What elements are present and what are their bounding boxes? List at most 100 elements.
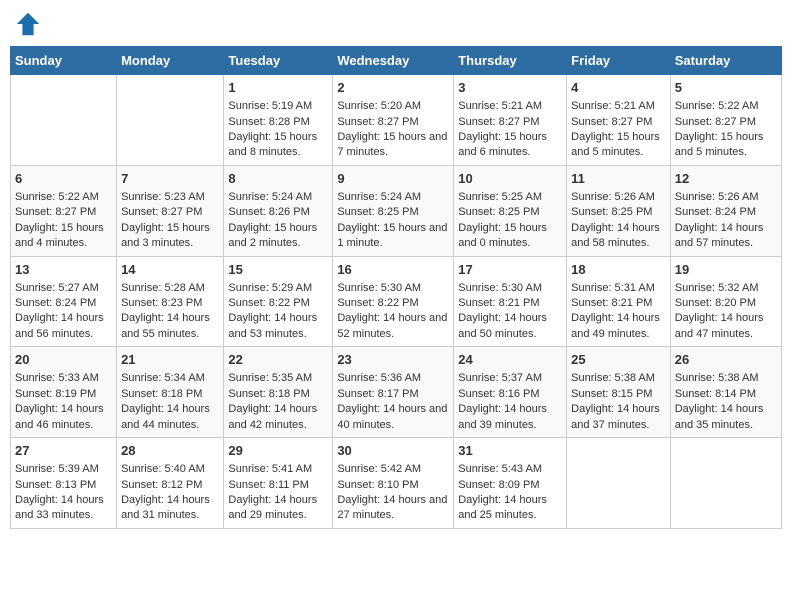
calendar-cell: 8 Sunrise: 5:24 AMSunset: 8:26 PMDaylight… — [224, 165, 333, 256]
day-number: 6 — [15, 170, 112, 188]
day-number: 17 — [458, 261, 562, 279]
calendar-cell: 12 Sunrise: 5:26 AMSunset: 8:24 PMDayligh… — [670, 165, 781, 256]
weekday-header-monday: Monday — [117, 47, 224, 75]
calendar-cell: 14 Sunrise: 5:28 AMSunset: 8:23 PMDayligh… — [117, 256, 224, 347]
cell-content: Sunrise: 5:20 AMSunset: 8:27 PMDaylight:… — [337, 99, 449, 161]
calendar-cell: 6 Sunrise: 5:22 AMSunset: 8:27 PMDaylight… — [11, 165, 117, 256]
cell-content: Sunrise: 5:22 AMSunset: 8:27 PMDaylight:… — [675, 99, 777, 161]
day-number: 9 — [337, 170, 449, 188]
week-row-2: 6 Sunrise: 5:22 AMSunset: 8:27 PMDaylight… — [11, 165, 782, 256]
weekday-header-sunday: Sunday — [11, 47, 117, 75]
calendar-cell: 15Sunrise: 5:29 AMSunset: 8:22 PMDayligh… — [224, 256, 333, 347]
day-number: 4 — [571, 79, 666, 97]
cell-content: Sunrise: 5:43 AMSunset: 8:09 PMDaylight:… — [458, 462, 562, 524]
cell-content: Sunrise: 5:27 AMSunset: 8:24 PMDaylight:… — [15, 281, 112, 343]
calendar-cell: 23Sunrise: 5:36 AMSunset: 8:17 PMDayligh… — [333, 347, 454, 438]
day-number: 1 — [228, 79, 328, 97]
week-row-4: 20 Sunrise: 5:33 AMSunset: 8:19 PMDayligh… — [11, 347, 782, 438]
cell-content: Sunrise: 5:41 AMSunset: 8:11 PMDaylight:… — [228, 462, 328, 524]
day-number: 28 — [121, 442, 219, 460]
day-number: 26 — [675, 351, 777, 369]
calendar-cell: 19 Sunrise: 5:32 AMSunset: 8:20 PMDayligh… — [670, 256, 781, 347]
calendar-cell: 4 Sunrise: 5:21 AMSunset: 8:27 PMDaylight… — [567, 75, 671, 166]
calendar-cell: 26 Sunrise: 5:38 AMSunset: 8:14 PMDayligh… — [670, 347, 781, 438]
day-number: 22 — [228, 351, 328, 369]
calendar-cell: 27Sunrise: 5:39 AMSunset: 8:13 PMDayligh… — [11, 438, 117, 529]
week-row-5: 27Sunrise: 5:39 AMSunset: 8:13 PMDayligh… — [11, 438, 782, 529]
cell-content: Sunrise: 5:33 AMSunset: 8:19 PMDaylight:… — [15, 371, 112, 433]
calendar-cell: 18 Sunrise: 5:31 AMSunset: 8:21 PMDayligh… — [567, 256, 671, 347]
calendar-cell: 1 Sunrise: 5:19 AMSunset: 8:28 PMDaylight… — [224, 75, 333, 166]
cell-content: Sunrise: 5:21 AMSunset: 8:27 PMDaylight:… — [571, 99, 666, 161]
cell-content: Sunrise: 5:35 AMSunset: 8:18 PMDaylight:… — [228, 371, 328, 433]
cell-content: Sunrise: 5:38 AMSunset: 8:15 PMDaylight:… — [571, 371, 666, 433]
day-number: 2 — [337, 79, 449, 97]
page-header — [10, 10, 782, 38]
day-number: 12 — [675, 170, 777, 188]
cell-content: Sunrise: 5:24 AMSunset: 8:25 PMDaylight:… — [337, 190, 449, 252]
weekday-header-friday: Friday — [567, 47, 671, 75]
cell-content: Sunrise: 5:31 AMSunset: 8:21 PMDaylight:… — [571, 281, 666, 343]
day-number: 27 — [15, 442, 112, 460]
week-row-3: 13 Sunrise: 5:27 AMSunset: 8:24 PMDayligh… — [11, 256, 782, 347]
cell-content: Sunrise: 5:30 AMSunset: 8:22 PMDaylight:… — [337, 281, 449, 343]
calendar-cell: 31 Sunrise: 5:43 AMSunset: 8:09 PMDayligh… — [454, 438, 567, 529]
calendar-cell: 20 Sunrise: 5:33 AMSunset: 8:19 PMDayligh… — [11, 347, 117, 438]
day-number: 29 — [228, 442, 328, 460]
day-number: 7 — [121, 170, 219, 188]
calendar-cell — [117, 75, 224, 166]
calendar-cell: 22 Sunrise: 5:35 AMSunset: 8:18 PMDayligh… — [224, 347, 333, 438]
day-number: 15 — [228, 261, 328, 279]
weekday-header-wednesday: Wednesday — [333, 47, 454, 75]
cell-content: Sunrise: 5:37 AMSunset: 8:16 PMDaylight:… — [458, 371, 562, 433]
calendar-cell — [670, 438, 781, 529]
cell-content: Sunrise: 5:36 AMSunset: 8:17 PMDaylight:… — [337, 371, 449, 433]
day-number: 10 — [458, 170, 562, 188]
cell-content: Sunrise: 5:21 AMSunset: 8:27 PMDaylight:… — [458, 99, 562, 161]
day-number: 14 — [121, 261, 219, 279]
cell-content: Sunrise: 5:38 AMSunset: 8:14 PMDaylight:… — [675, 371, 777, 433]
day-number: 19 — [675, 261, 777, 279]
cell-content: Sunrise: 5:19 AMSunset: 8:28 PMDaylight:… — [228, 99, 328, 161]
cell-content: Sunrise: 5:40 AMSunset: 8:12 PMDaylight:… — [121, 462, 219, 524]
day-number: 13 — [15, 261, 112, 279]
day-number: 30 — [337, 442, 449, 460]
day-number: 25 — [571, 351, 666, 369]
calendar-cell: 11Sunrise: 5:26 AMSunset: 8:25 PMDayligh… — [567, 165, 671, 256]
weekday-header-saturday: Saturday — [670, 47, 781, 75]
calendar-table: SundayMondayTuesdayWednesdayThursdayFrid… — [10, 46, 782, 529]
calendar-cell: 24Sunrise: 5:37 AMSunset: 8:16 PMDayligh… — [454, 347, 567, 438]
cell-content: Sunrise: 5:34 AMSunset: 8:18 PMDaylight:… — [121, 371, 219, 433]
calendar-cell: 3Sunrise: 5:21 AMSunset: 8:27 PMDaylight… — [454, 75, 567, 166]
cell-content: Sunrise: 5:42 AMSunset: 8:10 PMDaylight:… — [337, 462, 449, 524]
calendar-cell: 9 Sunrise: 5:24 AMSunset: 8:25 PMDaylight… — [333, 165, 454, 256]
cell-content: Sunrise: 5:26 AMSunset: 8:24 PMDaylight:… — [675, 190, 777, 252]
cell-content: Sunrise: 5:24 AMSunset: 8:26 PMDaylight:… — [228, 190, 328, 252]
cell-content: Sunrise: 5:23 AMSunset: 8:27 PMDaylight:… — [121, 190, 219, 252]
cell-content: Sunrise: 5:32 AMSunset: 8:20 PMDaylight:… — [675, 281, 777, 343]
week-row-1: 1 Sunrise: 5:19 AMSunset: 8:28 PMDaylight… — [11, 75, 782, 166]
logo-icon — [14, 10, 42, 38]
calendar-cell — [567, 438, 671, 529]
calendar-cell: 10 Sunrise: 5:25 AMSunset: 8:25 PMDayligh… — [454, 165, 567, 256]
day-number: 21 — [121, 351, 219, 369]
day-number: 18 — [571, 261, 666, 279]
cell-content: Sunrise: 5:26 AMSunset: 8:25 PMDaylight:… — [571, 190, 666, 252]
calendar-cell: 30 Sunrise: 5:42 AMSunset: 8:10 PMDayligh… — [333, 438, 454, 529]
calendar-cell: 17Sunrise: 5:30 AMSunset: 8:21 PMDayligh… — [454, 256, 567, 347]
cell-content: Sunrise: 5:25 AMSunset: 8:25 PMDaylight:… — [458, 190, 562, 252]
day-number: 31 — [458, 442, 562, 460]
calendar-cell: 29 Sunrise: 5:41 AMSunset: 8:11 PMDayligh… — [224, 438, 333, 529]
cell-content: Sunrise: 5:28 AMSunset: 8:23 PMDaylight:… — [121, 281, 219, 343]
day-number: 20 — [15, 351, 112, 369]
calendar-cell: 13 Sunrise: 5:27 AMSunset: 8:24 PMDayligh… — [11, 256, 117, 347]
weekday-header-row: SundayMondayTuesdayWednesdayThursdayFrid… — [11, 47, 782, 75]
day-number: 8 — [228, 170, 328, 188]
cell-content: Sunrise: 5:22 AMSunset: 8:27 PMDaylight:… — [15, 190, 112, 252]
calendar-cell: 16 Sunrise: 5:30 AMSunset: 8:22 PMDayligh… — [333, 256, 454, 347]
calendar-cell: 25 Sunrise: 5:38 AMSunset: 8:15 PMDayligh… — [567, 347, 671, 438]
day-number: 5 — [675, 79, 777, 97]
calendar-cell: 28 Sunrise: 5:40 AMSunset: 8:12 PMDayligh… — [117, 438, 224, 529]
calendar-cell: 7 Sunrise: 5:23 AMSunset: 8:27 PMDaylight… — [117, 165, 224, 256]
day-number: 16 — [337, 261, 449, 279]
